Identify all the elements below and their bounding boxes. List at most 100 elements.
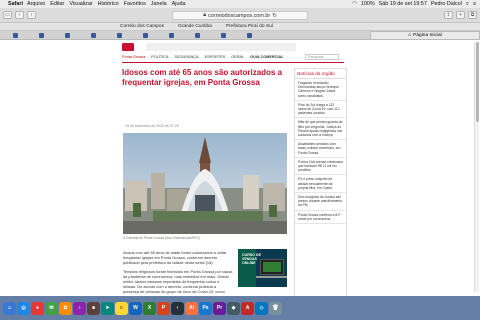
pinned-tab-6[interactable] <box>134 32 158 39</box>
favorite-correio-dos-campos[interactable]: Correio dos Campos <box>120 24 164 29</box>
course-ad[interactable]: CURSO DE VENDAS ONLINE <box>238 249 287 287</box>
menu-bar: Safari Arquivo Editar Visualizar Históri… <box>0 0 480 8</box>
course-ad-title: CURSO DE VENDAS ONLINE <box>242 253 261 266</box>
share-icon[interactable]: ⇪ <box>444 11 453 19</box>
web-page: Ponta Grossa POLÍTICA SEGURANÇA ESPORTES… <box>0 40 480 296</box>
pinned-tab-2[interactable] <box>30 32 54 39</box>
photo-caption: A Catedral de Ponta Grossa (foto: Reprod… <box>123 236 201 240</box>
search-icon[interactable]: ⌕ <box>466 1 469 8</box>
favorite-grande-curitiba[interactable]: Grande Curitiba <box>178 24 212 29</box>
menu-item-arquivo[interactable]: Arquivo <box>27 1 45 7</box>
menu-app-name[interactable]: Safari <box>8 1 23 7</box>
sidebar-news-item[interactable]: Piraí do Sul chega a 132 casos de Covid-… <box>295 101 346 119</box>
music-icon[interactable]: ♪ <box>73 301 86 315</box>
tab-active[interactable]: ⌂ Página Inicial <box>370 31 480 39</box>
menu-item-editar[interactable]: Editar <box>50 1 64 7</box>
sidebar-news-item[interactable]: Polícia Civil prende criminosos que furt… <box>295 158 346 176</box>
pinned-tab-9[interactable] <box>212 32 236 39</box>
nav-item-seguranca[interactable]: SEGURANÇA <box>175 55 199 59</box>
app-icon-brown[interactable]: ■ <box>87 301 100 315</box>
nav-divider <box>122 62 344 63</box>
app-icon-blue[interactable]: ◇ <box>255 301 268 315</box>
acrobat-icon[interactable]: A <box>241 301 254 315</box>
news-sidebar: Notícias da região Fragando renovação, D… <box>294 68 347 296</box>
nav-item-geral[interactable]: GERAL <box>231 55 244 59</box>
sidebar-news-item[interactable]: Ponta Grossa confirma a 81ª morte por co… <box>295 211 346 225</box>
pinned-tab-5[interactable] <box>108 32 132 39</box>
page-scrollbar[interactable] <box>474 42 479 292</box>
favorite-prefeitura-pirai[interactable]: Prefeitura Piraí do Sul <box>226 24 273 29</box>
site-search-input[interactable]: Pesquisar <box>305 54 339 60</box>
site-logo[interactable] <box>122 43 134 51</box>
header-ad-banner[interactable] <box>146 43 296 51</box>
terminal-icon[interactable]: › <box>171 301 184 315</box>
favorites-bar: Correio dos Campos Grande Curitiba Prefe… <box>0 23 480 31</box>
forward-button[interactable]: › <box>27 11 36 19</box>
sidebar-news-item[interactable]: Assaltantes armados com facas roubam com… <box>295 140 346 158</box>
menu-item-ajuda[interactable]: Ajuda <box>172 1 186 7</box>
word-icon[interactable]: W <box>129 301 142 315</box>
article-paragraph-2: Templos religiosos foram fechados em Pon… <box>123 268 233 296</box>
menu-item-janela[interactable]: Janela <box>151 1 167 7</box>
address-bar-url: correiodoscampos.com.br <box>208 12 271 19</box>
maps-icon[interactable]: ➤ <box>101 301 114 315</box>
nav-item-politica[interactable]: POLÍTICA <box>151 55 168 59</box>
tab-home-icon: ⌂ <box>408 33 412 38</box>
sidebar-news-item[interactable]: Fragando renovação, Democratas lança Hen… <box>295 79 346 101</box>
excel-icon[interactable]: X <box>143 301 156 315</box>
finder-icon[interactable]: ☺ <box>3 301 16 315</box>
clock[interactable]: Sáb 19 de set 19:57 <box>379 1 427 7</box>
site-nav: Ponta Grossa POLÍTICA SEGURANÇA ESPORTES… <box>122 54 302 60</box>
new-tab-button[interactable]: + <box>456 11 465 19</box>
nav-item-ponta-grossa[interactable]: Ponta Grossa <box>122 55 145 59</box>
app-icon-red[interactable]: ● <box>31 301 44 315</box>
pinned-tab-8[interactable] <box>186 32 210 39</box>
powerpoint-icon[interactable]: P <box>157 301 170 315</box>
notes-icon[interactable]: ≡ <box>115 301 128 315</box>
menu-item-historico[interactable]: Histórico <box>98 1 119 7</box>
article-photo[interactable] <box>123 133 287 234</box>
trash-icon[interactable]: 🗑︎ <box>269 301 282 315</box>
article-date: 19 de setembro de 2020 às 07:25 <box>125 124 179 128</box>
address-bar[interactable]: 🔒︎ correiodoscampos.com.br ↻ <box>172 11 308 20</box>
battery-percent[interactable]: 100% <box>361 1 375 7</box>
wifi-icon[interactable]: ◠ <box>352 1 357 7</box>
messages-icon[interactable]: ✉ <box>45 301 58 315</box>
pinned-tab-1[interactable] <box>4 32 28 39</box>
tab-overview-icon[interactable]: ⧉ <box>468 11 477 19</box>
article-paragraph-1: Idosos com até 65 anos de idade foram au… <box>123 250 227 266</box>
app-icon-gray[interactable]: ◆ <box>227 301 240 315</box>
tab-bar: ⌂ Página Inicial <box>0 31 480 40</box>
back-button[interactable]: ‹ <box>15 11 24 19</box>
nav-item-esportes[interactable]: ESPORTES <box>205 55 226 59</box>
safari-icon[interactable]: ◎ <box>17 301 30 315</box>
laptop-base <box>256 276 287 278</box>
sidebar-toggle-icon[interactable]: ▭ <box>3 11 12 19</box>
sidebar-news-item[interactable]: PV e preso suspeito de abusar sexualment… <box>295 175 346 194</box>
illustrator-icon[interactable]: Ai <box>185 301 198 315</box>
premiere-icon[interactable]: Pr <box>213 301 226 315</box>
user-name[interactable]: Pedro Dalcol <box>431 1 462 7</box>
pinned-tab-10[interactable] <box>238 32 262 39</box>
photoshop-icon[interactable]: Ps <box>199 301 212 315</box>
reload-icon[interactable]: ↻ <box>272 13 277 19</box>
pinned-tab-4[interactable] <box>82 32 106 39</box>
site-header <box>122 42 372 52</box>
article-headline: Idosos com até 65 anos são autorizados a… <box>122 68 283 87</box>
control-center-icon[interactable]: ≡ <box>473 1 476 7</box>
menu-item-visualizar[interactable]: Visualizar <box>69 1 92 7</box>
scrollbar-thumb[interactable] <box>476 42 479 122</box>
pinned-tab-7[interactable] <box>160 32 184 39</box>
status-area: ◠ 100% Sáb 19 de set 19:57 Pedro Dalcol … <box>352 1 476 8</box>
photos-icon[interactable]: ✿ <box>59 301 72 315</box>
nav-item-guia-comercial[interactable]: GUIA COMERCIAL <box>250 55 283 59</box>
pinned-tab-3[interactable] <box>56 32 80 39</box>
tab-active-label: Página Inicial <box>413 33 442 38</box>
sidebar-news-item[interactable]: Mãe de que perdeu guarda do filho por ve… <box>295 118 346 141</box>
menu-item-favoritos[interactable]: Favoritos <box>124 1 146 7</box>
sidebar-news-item[interactable]: Dois foragidos da Justiça são presos dur… <box>295 193 346 211</box>
laptop-icon <box>260 259 284 275</box>
article-body: Idosos com até 65 anos de idade foram au… <box>123 250 233 296</box>
lock-icon: 🔒︎ <box>203 12 207 18</box>
dock: ☺ ◎ ● ✉ ✿ ♪ ■ ➤ ≡ W X P › Ai Ps Pr ◆ A ◇… <box>0 296 480 320</box>
